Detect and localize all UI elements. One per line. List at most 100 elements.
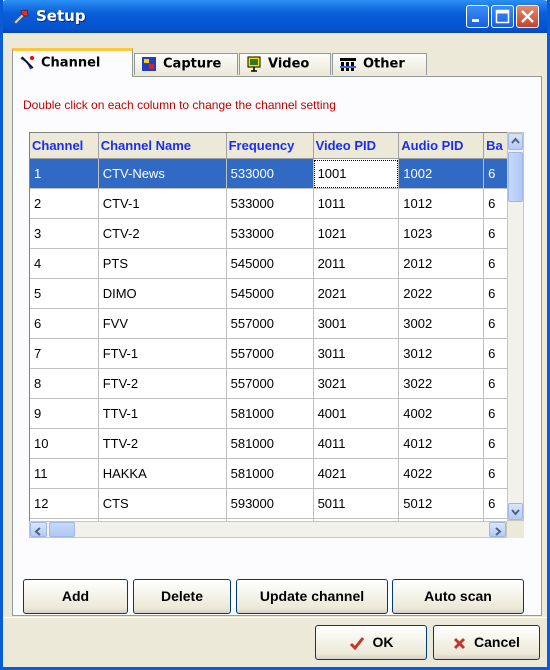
table-cell[interactable]: 3 — [30, 218, 99, 249]
table-cell[interactable]: 8 — [30, 368, 99, 399]
table-cell[interactable]: 4001 — [313, 398, 400, 429]
tab-video[interactable]: Video — [239, 53, 331, 75]
column-header-frequency[interactable]: Frequency — [226, 133, 314, 159]
table-cell[interactable]: TTV-1 — [98, 398, 227, 429]
table-cell[interactable]: 3012 — [398, 338, 485, 369]
table-cell[interactable]: FTV-2 — [98, 368, 227, 399]
horizontal-scroll-thumb[interactable] — [49, 522, 75, 537]
table-cell[interactable]: 545000 — [226, 278, 314, 309]
table-cell[interactable]: 4021 — [313, 458, 400, 489]
minimize-button[interactable] — [466, 5, 489, 28]
title-bar[interactable]: Setup — [3, 0, 547, 33]
table-cell[interactable]: 4012 — [398, 428, 485, 459]
table-cell[interactable]: 6 — [483, 368, 508, 399]
column-header-channel[interactable]: Channel — [30, 133, 99, 159]
table-cell[interactable]: 6 — [483, 428, 508, 459]
table-cell[interactable]: FTV-1 — [98, 338, 227, 369]
table-row[interactable]: 2 CTV-1 533000 1011 1012 6 — [30, 188, 508, 219]
table-cell[interactable]: CTV-1 — [98, 188, 227, 219]
add-button[interactable]: Add — [23, 579, 128, 614]
table-cell[interactable]: 1021 — [313, 218, 400, 249]
table-cell[interactable]: 1 — [30, 158, 99, 189]
table-row[interactable]: 12 CTS 593000 5011 5012 6 — [30, 488, 508, 519]
table-cell[interactable]: 4011 — [313, 428, 400, 459]
table-cell[interactable]: 581000 — [226, 428, 314, 459]
table-cell[interactable]: 9 — [30, 398, 99, 429]
table-cell[interactable]: 3002 — [398, 308, 485, 339]
table-cell[interactable]: 6 — [483, 218, 508, 249]
auto-scan-button[interactable]: Auto scan — [392, 579, 524, 614]
table-row[interactable]: 5 DIMO 545000 2021 2022 6 — [30, 278, 508, 309]
column-header-video-pid[interactable]: Video PID — [313, 133, 400, 159]
table-cell[interactable]: 4022 — [398, 458, 485, 489]
table-cell[interactable]: 533000 — [226, 188, 314, 219]
table-row[interactable]: 11 HAKKA 581000 4021 4022 6 — [30, 458, 508, 489]
table-row[interactable]: 10 TTV-2 581000 4011 4012 6 — [30, 428, 508, 459]
table-cell[interactable]: 533000 — [226, 218, 314, 249]
table-cell[interactable]: 6 — [483, 308, 508, 339]
table-row[interactable]: 7 FTV-1 557000 3011 3012 6 — [30, 338, 508, 369]
cancel-button[interactable]: Cancel — [433, 625, 540, 660]
table-cell[interactable]: 593000 — [226, 488, 314, 519]
table-cell[interactable]: CTV-2 — [98, 218, 227, 249]
table-cell[interactable]: 557000 — [226, 368, 314, 399]
table-cell[interactable]: 4002 — [398, 398, 485, 429]
table-cell[interactable]: 6 — [483, 158, 508, 189]
table-cell[interactable]: 2 — [30, 188, 99, 219]
maximize-button[interactable] — [491, 5, 514, 28]
table-cell[interactable]: 5012 — [398, 488, 485, 519]
table-cell[interactable]: 7 — [30, 338, 99, 369]
column-header-channel-name[interactable]: Channel Name — [98, 133, 227, 159]
table-cell[interactable]: 5 — [30, 278, 99, 309]
table-cell[interactable]: 2011 — [313, 248, 400, 279]
table-cell[interactable]: 557000 — [226, 308, 314, 339]
table-cell[interactable]: 10 — [30, 428, 99, 459]
table-row[interactable]: 8 FTV-2 557000 3021 3022 6 — [30, 368, 508, 399]
column-header-ba[interactable]: Ba — [483, 133, 508, 159]
table-cell[interactable]: 6 — [483, 458, 508, 489]
table-row[interactable]: 6 FVV 557000 3001 3002 6 — [30, 308, 508, 339]
table-row[interactable]: 1 CTV-News 533000 1001 1002 6 — [30, 158, 508, 189]
table-cell[interactable]: 1011 — [313, 188, 400, 219]
scroll-down-button[interactable] — [508, 503, 523, 520]
table-cell[interactable]: 6 — [30, 308, 99, 339]
table-cell[interactable]: FVV — [98, 308, 227, 339]
scroll-up-button[interactable] — [508, 133, 523, 150]
table-cell[interactable]: 2022 — [398, 278, 485, 309]
table-cell[interactable]: CTV-News — [98, 158, 227, 189]
table-cell[interactable]: 3021 — [313, 368, 400, 399]
table-cell[interactable]: 6 — [483, 398, 508, 429]
table-cell[interactable]: 6 — [483, 488, 508, 519]
table-cell[interactable]: 1001 — [313, 158, 400, 189]
table-cell[interactable]: 4 — [30, 248, 99, 279]
tab-channel[interactable]: Channel — [12, 48, 133, 77]
table-cell[interactable]: 581000 — [226, 458, 314, 489]
table-cell[interactable]: 3022 — [398, 368, 485, 399]
tab-capture[interactable]: Capture — [134, 53, 238, 75]
table-cell[interactable]: 12 — [30, 488, 99, 519]
tab-other[interactable]: Other — [332, 53, 427, 75]
table-cell[interactable]: 6 — [483, 188, 508, 219]
delete-button[interactable]: Delete — [133, 579, 231, 614]
table-cell[interactable]: 11 — [30, 458, 99, 489]
vertical-scrollbar[interactable] — [507, 132, 524, 521]
table-row[interactable]: 3 CTV-2 533000 1021 1023 6 — [30, 218, 508, 249]
table-row[interactable]: 4 PTS 545000 2011 2012 6 — [30, 248, 508, 279]
table-cell[interactable]: 545000 — [226, 248, 314, 279]
table-cell[interactable]: 2021 — [313, 278, 400, 309]
table-cell[interactable]: 3011 — [313, 338, 400, 369]
table-cell[interactable]: 557000 — [226, 338, 314, 369]
channel-grid[interactable]: Channel Channel Name Frequency Video PID… — [29, 132, 508, 522]
scroll-thumb[interactable] — [508, 152, 523, 202]
table-cell[interactable]: TTV-2 — [98, 428, 227, 459]
scroll-left-button[interactable] — [30, 522, 47, 537]
horizontal-scrollbar[interactable] — [29, 521, 507, 538]
table-cell[interactable]: 5011 — [313, 488, 400, 519]
table-cell[interactable]: 581000 — [226, 398, 314, 429]
table-cell[interactable]: HAKKA — [98, 458, 227, 489]
table-cell[interactable]: 6 — [483, 278, 508, 309]
table-cell[interactable]: 1002 — [398, 158, 485, 189]
table-cell[interactable]: DIMO — [98, 278, 227, 309]
table-cell[interactable]: 2012 — [398, 248, 485, 279]
update-channel-button[interactable]: Update channel — [236, 579, 388, 614]
